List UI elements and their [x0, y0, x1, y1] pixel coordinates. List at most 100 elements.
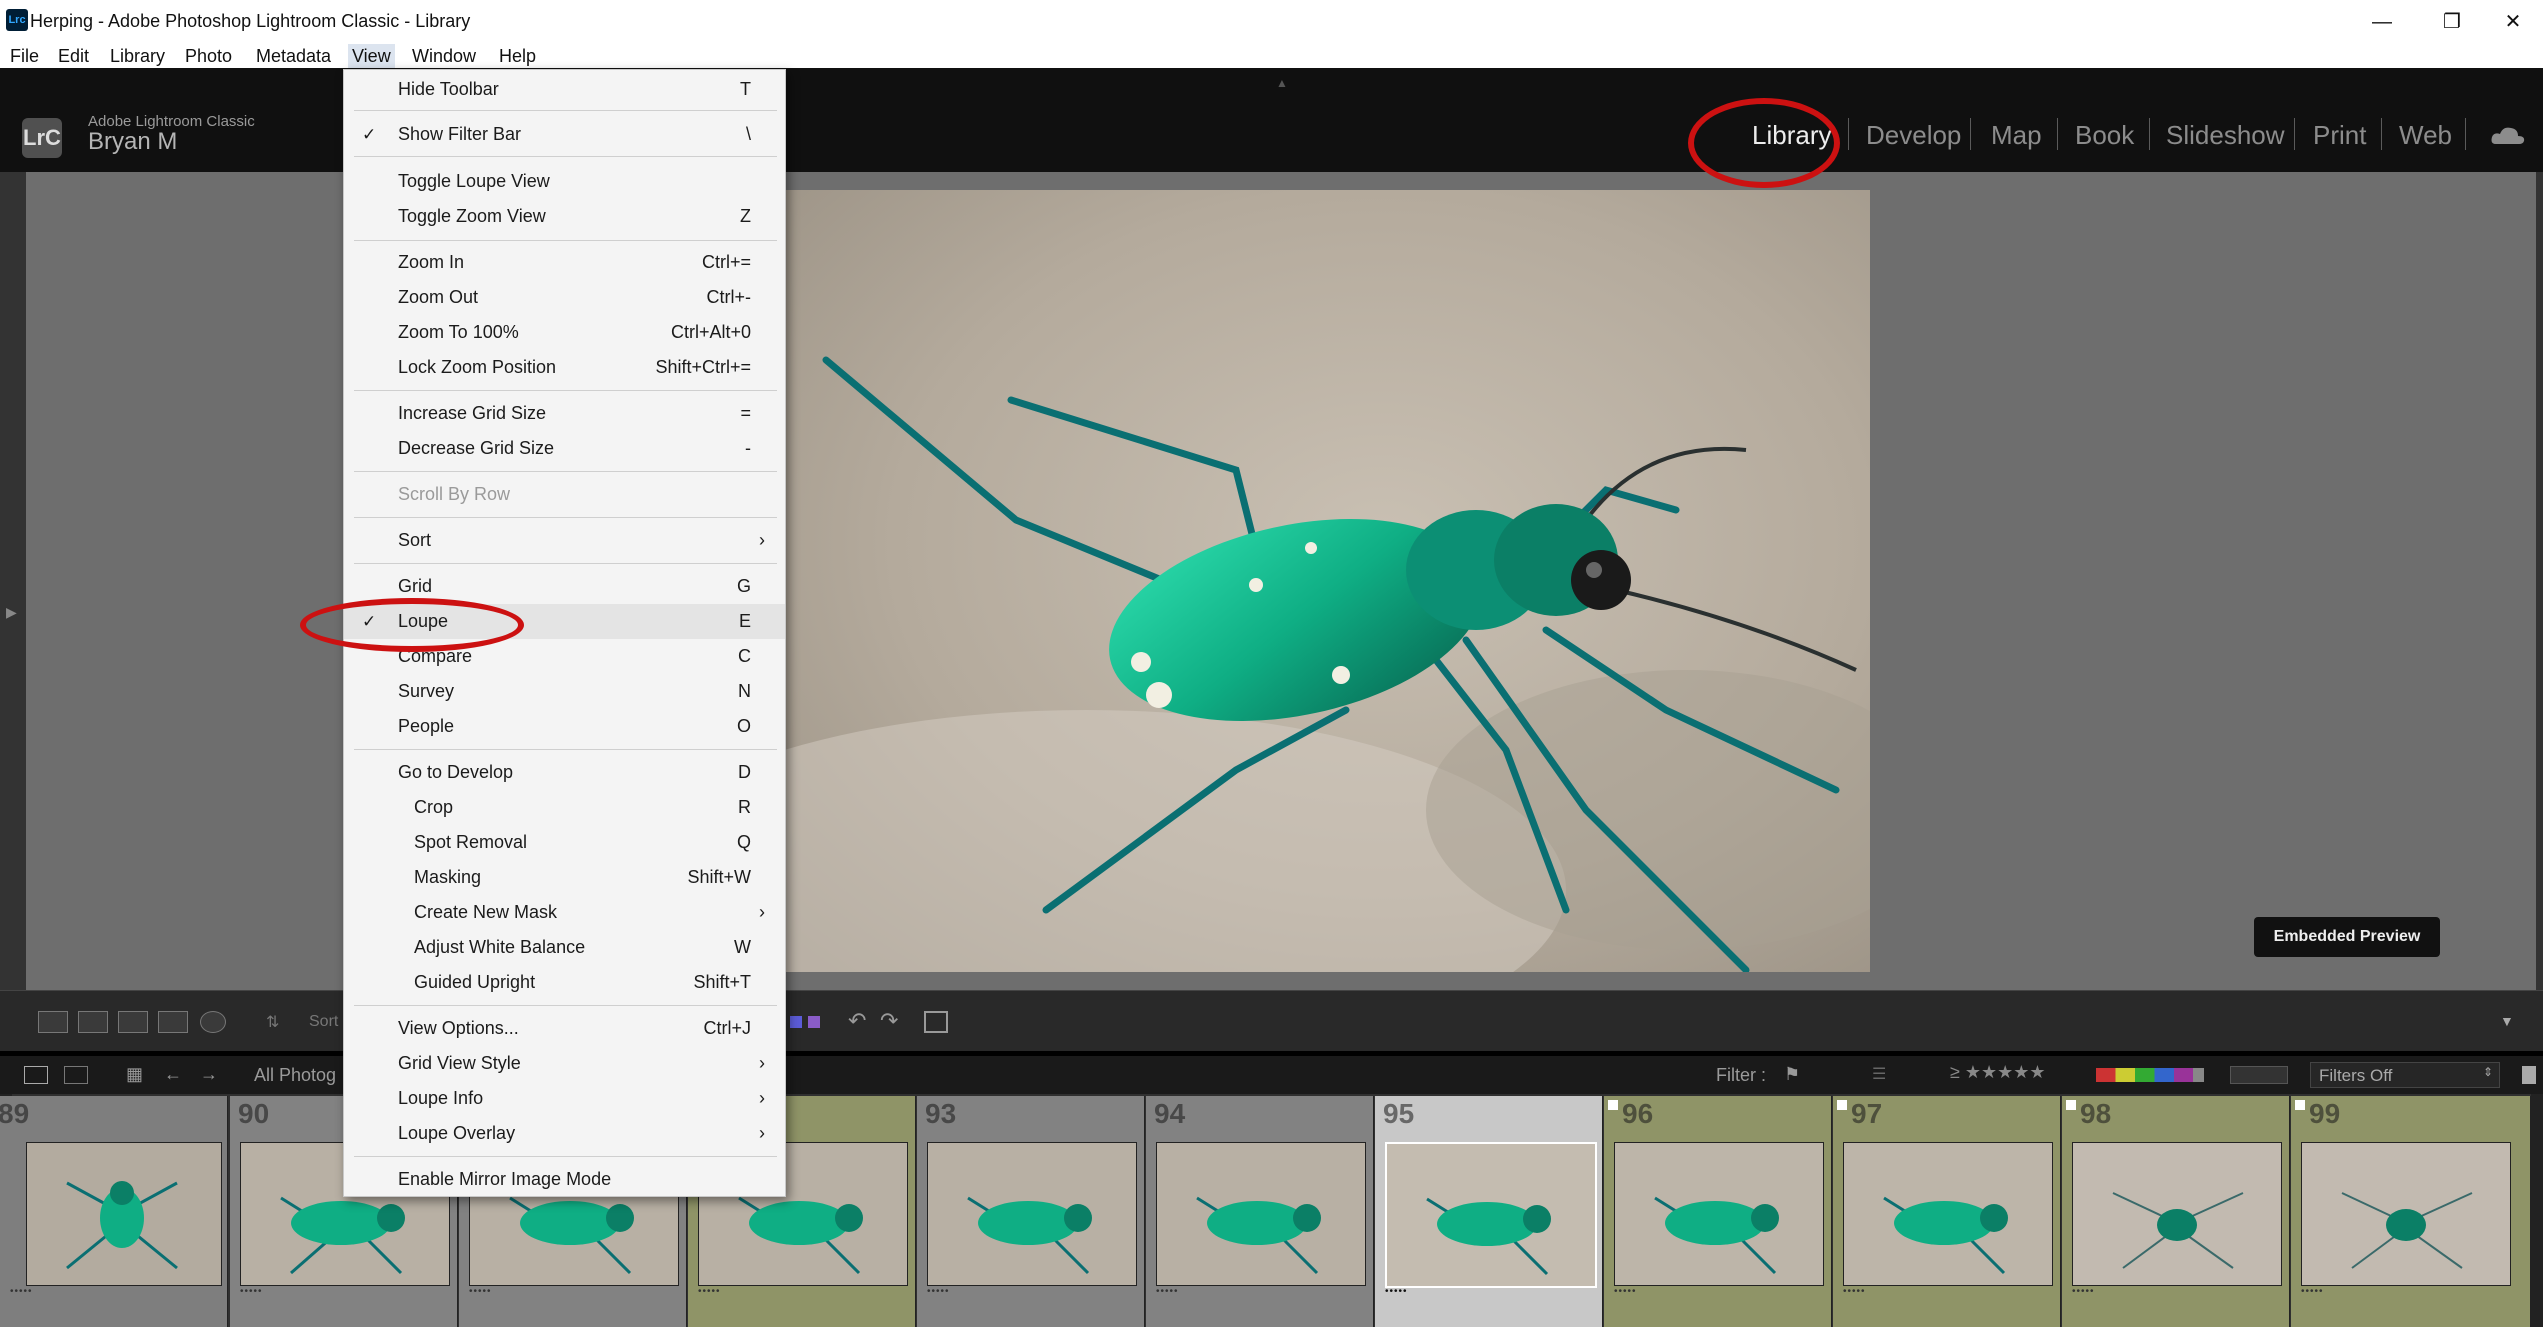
menu-item-scroll-by-row: Scroll By Row — [398, 484, 511, 504]
color-label-blue-icon[interactable] — [790, 1016, 802, 1028]
thumbnail[interactable] — [2072, 1142, 2282, 1286]
menu-window[interactable]: Window — [408, 44, 480, 68]
menu-item-masking[interactable]: Masking Shift+W — [344, 860, 785, 895]
flag-icon — [1837, 1100, 1847, 1110]
menu-item-sort[interactable]: Sort › — [344, 523, 785, 558]
right-panel-collapsed[interactable] — [2536, 172, 2543, 990]
thumbnail[interactable] — [1385, 1142, 1597, 1288]
flag-icon — [1608, 1100, 1618, 1110]
filmstrip-cell[interactable]: 96 ••••• — [1604, 1096, 1832, 1327]
edit-filter-icon[interactable]: ☰ — [1872, 1064, 1886, 1084]
rotate-left-icon[interactable]: ↶ — [848, 1008, 866, 1034]
filter-lock-icon[interactable] — [2522, 1066, 2536, 1084]
menu-item-crop[interactable]: Crop R — [344, 790, 785, 825]
filter-preset-select[interactable]: Filters Off ⇕ — [2310, 1062, 2500, 1088]
module-slideshow[interactable]: Slideshow — [2166, 120, 2285, 151]
second-window-icon[interactable] — [64, 1066, 88, 1084]
sort-label[interactable]: Sort — [309, 1013, 338, 1031]
filmstrip-cell[interactable]: 94 ••••• — [1146, 1096, 1374, 1327]
forward-arrow-icon[interactable]: → — [200, 1064, 218, 1085]
back-arrow-icon[interactable]: ← — [164, 1064, 182, 1085]
thumbnail[interactable] — [2301, 1142, 2511, 1286]
menu-separator — [354, 1156, 777, 1157]
thumbnail[interactable] — [927, 1142, 1137, 1286]
module-print[interactable]: Print — [2313, 120, 2366, 151]
cloud-icon[interactable] — [2490, 124, 2526, 146]
sort-icon[interactable]: ⇅ — [266, 1012, 279, 1032]
menu-item-enable-mirror-image-mode[interactable]: Enable Mirror Image Mode — [344, 1162, 785, 1197]
menu-item-spot-removal[interactable]: Spot Removal Q — [344, 825, 785, 860]
survey-view-icon[interactable] — [158, 1011, 188, 1033]
cell-rating: ••••• — [1385, 1286, 1408, 1297]
rotate-right-icon[interactable]: ↷ — [880, 1008, 898, 1034]
thumbnail[interactable] — [26, 1142, 222, 1286]
menu-item-guided-upright[interactable]: Guided Upright Shift+T — [344, 965, 785, 1000]
cell-rating: ••••• — [469, 1286, 492, 1297]
loupe-view-icon[interactable] — [78, 1011, 108, 1033]
menu-item-go-to-develop[interactable]: Go to Develop D — [344, 755, 785, 790]
module-web[interactable]: Web — [2399, 120, 2452, 151]
kind-filter-icon[interactable] — [2230, 1066, 2288, 1084]
minimize-button[interactable]: — — [2352, 6, 2412, 38]
rating-filter-stars-icon[interactable]: ≥ ★★★★★ — [1950, 1062, 2046, 1083]
thumbnail[interactable] — [1614, 1142, 1824, 1286]
menu-item-people[interactable]: People O — [344, 709, 785, 744]
menu-item-lock-zoom-position[interactable]: Lock Zoom Position Shift+Ctrl+= — [344, 350, 785, 385]
menu-file[interactable]: File — [6, 44, 43, 68]
expand-left-panel-icon[interactable]: ▶ — [6, 604, 17, 621]
menu-item-zoom-in[interactable]: Zoom In Ctrl+= — [344, 245, 785, 280]
menu-edit[interactable]: Edit — [54, 44, 93, 68]
menu-item-show-filter-bar[interactable]: ✓ Show Filter Bar \ — [344, 117, 785, 152]
menu-item-zoom-to-100[interactable]: Zoom To 100% Ctrl+Alt+0 — [344, 315, 785, 350]
menu-item-toggle-loupe-view[interactable]: Toggle Loupe View — [344, 164, 785, 199]
filmstrip-cell-selected[interactable]: 95 ••••• — [1375, 1096, 1603, 1327]
module-divider — [1848, 118, 1849, 150]
chevron-down-icon: ⇕ — [2482, 1065, 2493, 1079]
menu-item-grid-view-style[interactable]: Grid View Style › — [344, 1046, 785, 1081]
flag-filter-icon[interactable]: ⚑ — [1784, 1064, 1800, 1085]
menu-item-hide-toolbar[interactable]: Hide Toolbar T — [344, 72, 785, 107]
menu-item-create-new-mask[interactable]: Create New Mask › — [344, 895, 785, 930]
menu-library[interactable]: Library — [106, 44, 169, 68]
filmstrip-scrollbar[interactable] — [2531, 1094, 2543, 1327]
menu-metadata[interactable]: Metadata — [252, 44, 335, 68]
menu-item-increase-grid-size[interactable]: Increase Grid Size = — [344, 396, 785, 431]
grid-view-icon[interactable] — [38, 1011, 68, 1033]
compare-view-icon[interactable] — [118, 1011, 148, 1033]
menu-item-toggle-zoom-view[interactable]: Toggle Zoom View Z — [344, 199, 785, 234]
menu-item-zoom-out[interactable]: Zoom Out Ctrl+- — [344, 280, 785, 315]
color-label-purple-icon[interactable] — [808, 1016, 820, 1028]
crop-frame-icon[interactable] — [924, 1011, 948, 1033]
color-filter-icon[interactable] — [2096, 1068, 2204, 1082]
menu-item-survey[interactable]: Survey N — [344, 674, 785, 709]
module-develop[interactable]: Develop — [1866, 120, 1961, 151]
module-book[interactable]: Book — [2075, 120, 2134, 151]
restore-button[interactable]: ❐ — [2422, 6, 2482, 38]
thumbnail[interactable] — [1156, 1142, 1366, 1286]
filmstrip-cell[interactable]: 89 ••••• — [0, 1096, 228, 1327]
menu-photo[interactable]: Photo — [181, 44, 236, 68]
menu-view[interactable]: View — [348, 44, 395, 68]
filmstrip-cell[interactable]: 98 ••••• — [2062, 1096, 2290, 1327]
module-map[interactable]: Map — [1991, 120, 2042, 151]
toolbar-menu-icon[interactable]: ▼ — [2500, 1013, 2514, 1029]
thumbnail[interactable] — [1843, 1142, 2053, 1286]
menu-item-view-options[interactable]: View Options... Ctrl+J — [344, 1011, 785, 1046]
grid-icon[interactable]: ▦ — [126, 1064, 143, 1085]
menu-item-loupe-overlay[interactable]: Loupe Overlay › — [344, 1116, 785, 1151]
flag-icon — [2295, 1100, 2305, 1110]
filmstrip-cell[interactable]: 93 ••••• — [917, 1096, 1145, 1327]
menu-item-loupe-info[interactable]: Loupe Info › — [344, 1081, 785, 1116]
menu-item-adjust-white-balance[interactable]: Adjust White Balance W — [344, 930, 785, 965]
menu-item-decrease-grid-size[interactable]: Decrease Grid Size - — [344, 431, 785, 466]
people-view-icon[interactable] — [200, 1011, 226, 1033]
filmstrip-cell[interactable]: 99 ••••• — [2291, 1096, 2531, 1327]
loupe-photo[interactable] — [786, 190, 1870, 972]
left-panel-collapsed[interactable] — [0, 172, 26, 990]
close-button[interactable]: ✕ — [2483, 6, 2543, 38]
collapse-top-panel-icon[interactable]: ▲ — [1276, 76, 1288, 90]
main-window-icon[interactable] — [24, 1066, 48, 1084]
source-indicator[interactable]: All Photog — [254, 1065, 336, 1086]
filmstrip-cell[interactable]: 97 ••••• — [1833, 1096, 2061, 1327]
menu-help[interactable]: Help — [495, 44, 540, 68]
